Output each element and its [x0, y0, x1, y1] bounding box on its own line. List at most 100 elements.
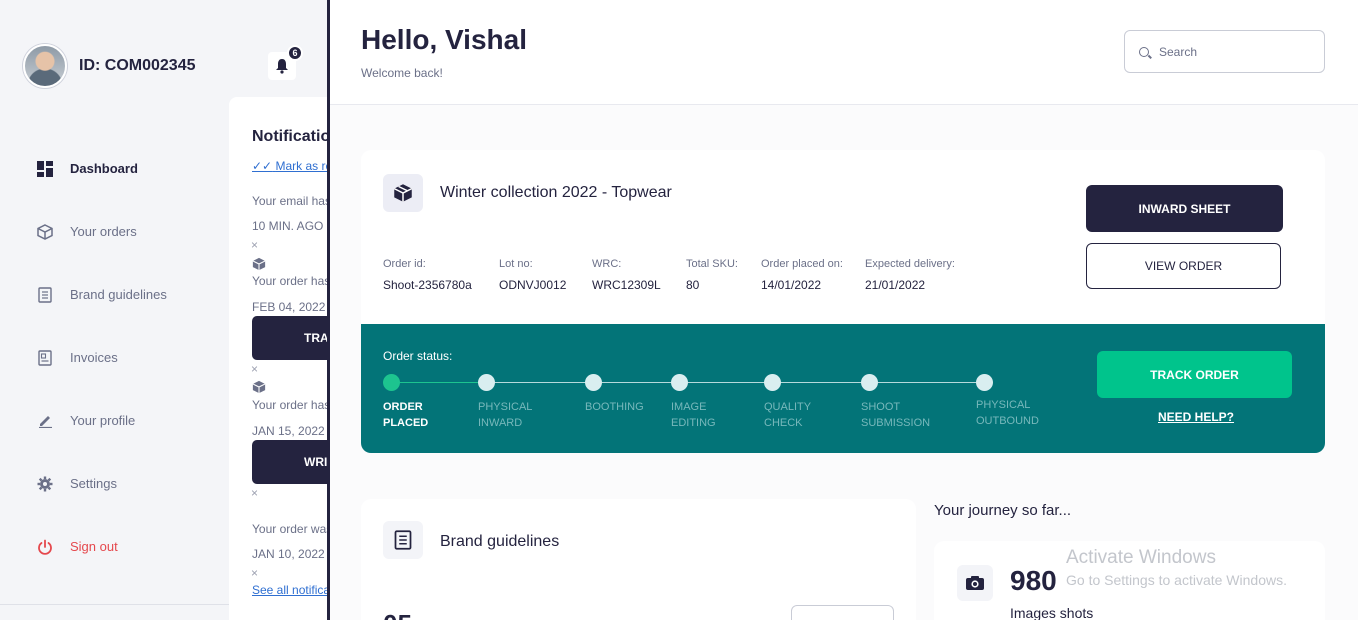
sidebar-item-sign-out[interactable]: Sign out	[0, 515, 230, 578]
status-dot-order-placed	[383, 374, 400, 391]
search-placeholder: Search	[1159, 44, 1198, 59]
status-step-image-editing: IMAGE EDITING	[671, 401, 716, 429]
page-title: Hello, Vishal	[361, 24, 527, 55]
sidebar-item-label: Brand guidelines	[70, 287, 167, 302]
close-icon[interactable]: ×	[251, 566, 258, 580]
user-id: ID: COM002345	[79, 57, 196, 74]
see-all-notifications-link[interactable]: See all notifica	[252, 583, 330, 597]
notifications-title: Notificatio	[252, 128, 331, 145]
status-dot-physical-outbound	[976, 374, 993, 391]
view-order-button[interactable]: VIEW ORDER	[1086, 243, 1281, 289]
order-status-label: Order status:	[383, 349, 453, 363]
brand-guidelines-count: 05	[383, 609, 412, 620]
box-icon	[36, 223, 54, 241]
document-icon	[36, 286, 54, 304]
status-step-shoot-submission: SHOOT SUBMISSION	[861, 401, 931, 429]
status-step-physical-outbound: PHYSICAL OUTBOUND	[976, 399, 1039, 427]
images-shots-card: 980 Images shots	[934, 541, 1325, 620]
meta-label: Expected delivery:	[865, 258, 955, 270]
box-icon	[383, 174, 423, 212]
notification-text: Your email has	[252, 194, 331, 208]
status-step-order-placed: ORDER PLACED	[383, 401, 429, 429]
notification-time: FEB 04, 2022	[252, 300, 326, 314]
double-check-icon: ✓✓	[252, 159, 273, 173]
sidebar-item-your-orders[interactable]: Your orders	[0, 200, 230, 263]
meta-label: WRC:	[592, 258, 622, 270]
order-meta-total-sku: Total SKU: 80	[686, 258, 738, 292]
profile-header: ID: COM002345	[23, 44, 196, 88]
close-icon[interactable]: ×	[251, 486, 258, 500]
brand-guidelines-button[interactable]	[791, 605, 894, 620]
notification-text: Your order has	[252, 274, 331, 288]
meta-value: ODNVJ0012	[499, 278, 567, 292]
avatar[interactable]	[23, 44, 67, 88]
sidebar-item-label: Sign out	[70, 539, 118, 554]
meta-label: Total SKU:	[686, 258, 738, 270]
meta-label: Lot no:	[499, 258, 533, 270]
notification-count-badge: 6	[287, 45, 303, 61]
order-title: Winter collection 2022 - Topwear	[440, 184, 672, 201]
order-meta-wrc: WRC: WRC12309L	[592, 258, 661, 292]
status-dot-shoot-submission	[861, 374, 878, 391]
notification-time: JAN 15, 2022	[252, 424, 325, 438]
status-step-physical-inward: PHYSICAL INWARD	[478, 401, 533, 429]
sidebar: ID: COM002345 Dashboard Your orders Bran…	[0, 0, 230, 620]
brand-guidelines-card: Brand guidelines 05	[361, 499, 916, 620]
track-order-button[interactable]: TRACK ORDER	[1097, 351, 1292, 398]
need-help-link[interactable]: NEED HELP?	[1158, 410, 1234, 424]
notification-time: 10 MIN. AGO	[252, 219, 324, 233]
sidebar-item-settings[interactable]: Settings	[0, 452, 230, 515]
meta-value: 80	[686, 278, 700, 292]
main-panel: Hello, Vishal Welcome back! Search Winte…	[327, 0, 1358, 620]
close-icon[interactable]: ×	[251, 362, 258, 376]
status-dot-quality-check	[764, 374, 781, 391]
order-meta-lot-no: Lot no: ODNVJ0012	[499, 258, 566, 292]
order-card: Winter collection 2022 - Topwear Order i…	[361, 150, 1325, 453]
status-step-boothing: BOOTHING	[585, 401, 644, 413]
sidebar-item-label: Dashboard	[70, 161, 138, 176]
sidebar-divider	[0, 604, 230, 605]
page-subtitle: Welcome back!	[361, 66, 443, 80]
sidebar-item-label: Your profile	[70, 413, 136, 428]
order-meta-expected-delivery: Expected delivery: 21/01/2022	[865, 258, 955, 292]
sidebar-item-label: Invoices	[70, 350, 118, 365]
order-meta-placed-on: Order placed on: 14/01/2022	[761, 258, 843, 292]
power-icon	[36, 538, 54, 556]
gear-icon	[36, 475, 54, 493]
sidebar-item-dashboard[interactable]: Dashboard	[0, 137, 230, 200]
page-header: Hello, Vishal Welcome back! Search	[330, 0, 1358, 105]
camera-icon	[957, 565, 993, 601]
bell-icon	[276, 59, 288, 74]
order-meta-order-id: Order id: Shoot-2356780a	[383, 258, 472, 292]
sidebar-item-brand-guidelines[interactable]: Brand guidelines	[0, 263, 230, 326]
status-track-progress	[392, 382, 487, 383]
order-status-bar: Order status: ORDER PLACED PHYSICAL INWA…	[361, 324, 1325, 453]
meta-value: Shoot-2356780a	[383, 278, 472, 292]
document-icon	[383, 521, 423, 559]
sidebar-item-your-profile[interactable]: Your profile	[0, 389, 230, 452]
close-icon[interactable]: ×	[251, 238, 258, 252]
brand-guidelines-title: Brand guidelines	[440, 533, 560, 550]
meta-label: Order placed on:	[761, 258, 843, 270]
search-input[interactable]: Search	[1124, 30, 1325, 73]
notification-text: Your order was	[252, 522, 333, 536]
search-icon	[1139, 46, 1149, 57]
sidebar-item-label: Settings	[70, 476, 117, 491]
journey-title: Your journey so far...	[934, 502, 1072, 519]
pencil-icon	[36, 412, 54, 430]
notification-wrc-button[interactable]: WRI	[252, 440, 339, 484]
mark-as-read-link[interactable]: ✓✓ Mark as rea	[252, 159, 339, 173]
sidebar-item-label: Your orders	[70, 224, 137, 239]
inward-sheet-button[interactable]: INWARD SHEET	[1086, 185, 1283, 232]
meta-label: Order id:	[383, 258, 426, 270]
sidebar-item-invoices[interactable]: Invoices	[0, 326, 230, 389]
status-step-quality-check: QUALITY CHECK	[764, 401, 812, 429]
status-dot-physical-inward	[478, 374, 495, 391]
invoice-icon	[36, 349, 54, 367]
sidebar-nav: Dashboard Your orders Brand guidelines I…	[0, 137, 230, 578]
status-dot-boothing	[585, 374, 602, 391]
notification-time: JAN 10, 2022	[252, 547, 325, 561]
meta-value: 21/01/2022	[865, 278, 926, 292]
notification-track-button[interactable]: TRA	[252, 316, 339, 360]
images-count: 980	[1010, 565, 1057, 596]
